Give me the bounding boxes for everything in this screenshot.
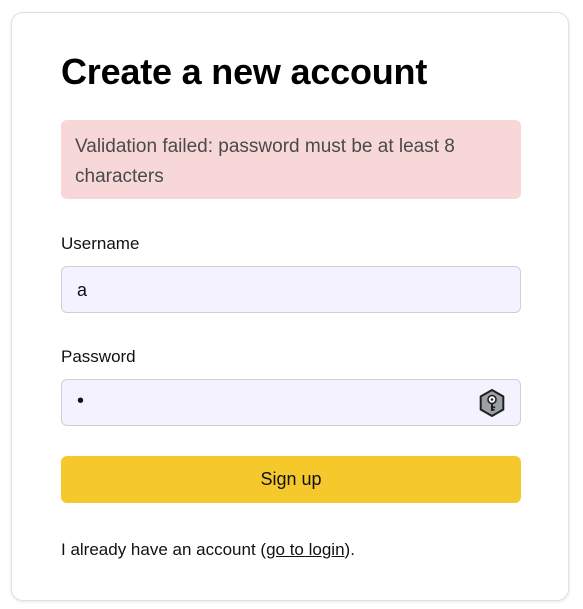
go-to-login-link[interactable]: go to login xyxy=(266,540,344,559)
password-input[interactable]: • xyxy=(61,379,521,426)
sign-up-button[interactable]: Sign up xyxy=(61,456,521,503)
login-prompt-suffix: ). xyxy=(344,540,355,559)
password-label: Password xyxy=(61,347,136,366)
username-label: Username xyxy=(61,234,140,253)
login-prompt: I already have an account (go to login). xyxy=(61,540,355,560)
username-value: a xyxy=(77,280,88,300)
password-value: • xyxy=(77,390,87,412)
signup-card: Create a new account Validation failed: … xyxy=(11,12,569,601)
login-prompt-prefix: I already have an account ( xyxy=(61,540,267,559)
validation-error-alert: Validation failed: password must be at l… xyxy=(61,120,521,199)
username-input[interactable]: a xyxy=(61,266,521,313)
key-hexagon-icon[interactable] xyxy=(477,388,507,418)
page-title: Create a new account xyxy=(61,51,428,92)
